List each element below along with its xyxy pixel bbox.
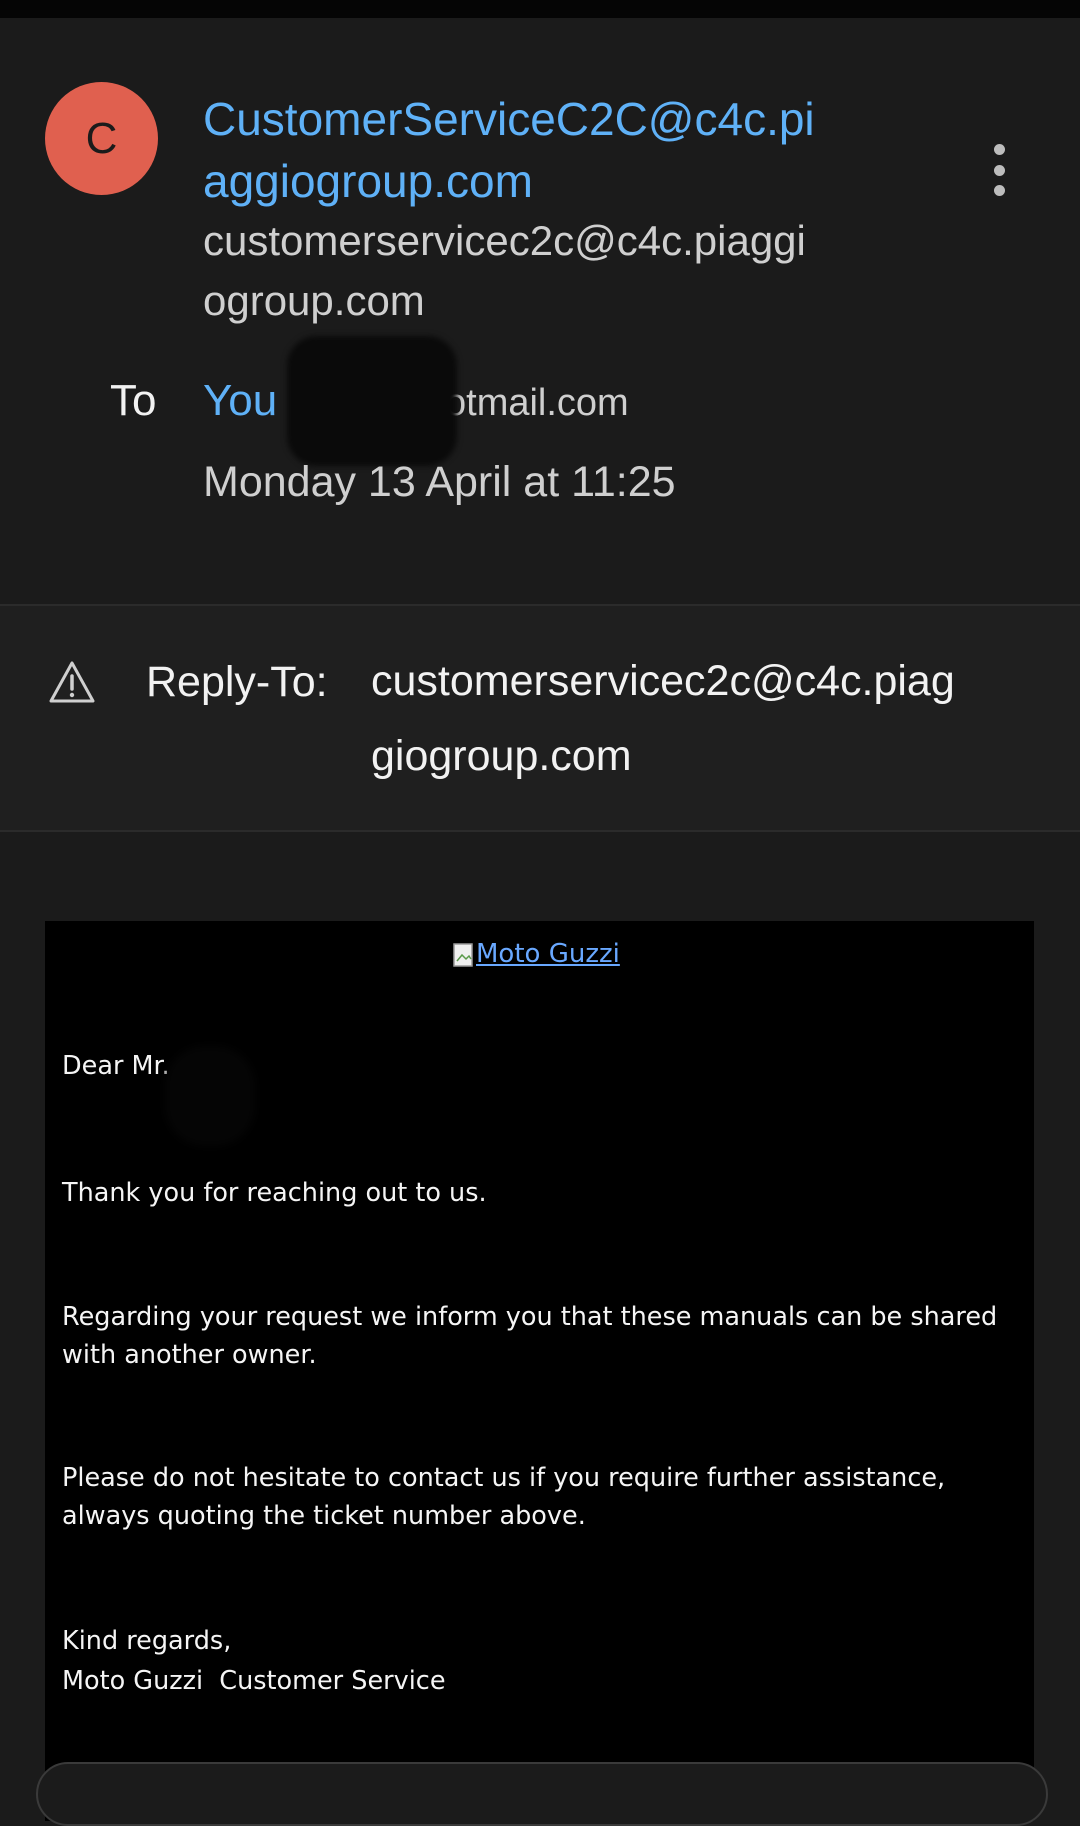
- moto-guzzi-logo-link[interactable]: Moto Guzzi: [453, 939, 620, 969]
- broken-image-icon: [453, 943, 473, 967]
- paragraph-2: Regarding your request we inform you tha…: [62, 1302, 998, 1370]
- to-label: To: [110, 376, 157, 425]
- paragraph-3: Please do not hesitate to contact us if …: [62, 1463, 946, 1531]
- sender-avatar[interactable]: C: [45, 82, 158, 195]
- avatar-letter: C: [85, 113, 118, 163]
- redaction-mark: [165, 1046, 255, 1146]
- sender-email: customerservicec2c@c4c.piaggiogroup.com: [203, 217, 806, 324]
- email-header: C CustomerServiceC2C@c4c.piaggiogroup.co…: [0, 18, 1080, 604]
- signature: Moto Guzzi Customer Service: [62, 1666, 446, 1696]
- recipient-email: otmail.com: [445, 382, 629, 424]
- closing: Kind regards,: [62, 1626, 232, 1656]
- reply-to-section: Reply-To: customerservicec2c@c4c.piaggio…: [0, 606, 1080, 830]
- status-bar: [0, 0, 1080, 18]
- logo-alt-text: Moto Guzzi: [476, 939, 620, 969]
- recipient-you[interactable]: You: [203, 376, 277, 426]
- more-vert-icon[interactable]: [984, 144, 1014, 196]
- sender-name[interactable]: CustomerServiceC2C@c4c.piaggiogroup.com: [203, 88, 823, 212]
- reply-to-address[interactable]: customerservicec2c@c4c.piaggiogroup.com: [371, 644, 971, 794]
- email-date: Monday 13 April at 11:25: [203, 458, 676, 506]
- divider: [0, 830, 1080, 832]
- redaction-mark: [287, 336, 457, 466]
- bottom-card: [36, 1762, 1048, 1826]
- paragraph-1: Thank you for reaching out to us.: [62, 1178, 487, 1208]
- reply-to-label: Reply-To:: [146, 658, 328, 706]
- email-body: Moto Guzzi Dear Mr. Thank you for reachi…: [45, 921, 1034, 1821]
- warning-triangle-icon: [49, 661, 95, 703]
